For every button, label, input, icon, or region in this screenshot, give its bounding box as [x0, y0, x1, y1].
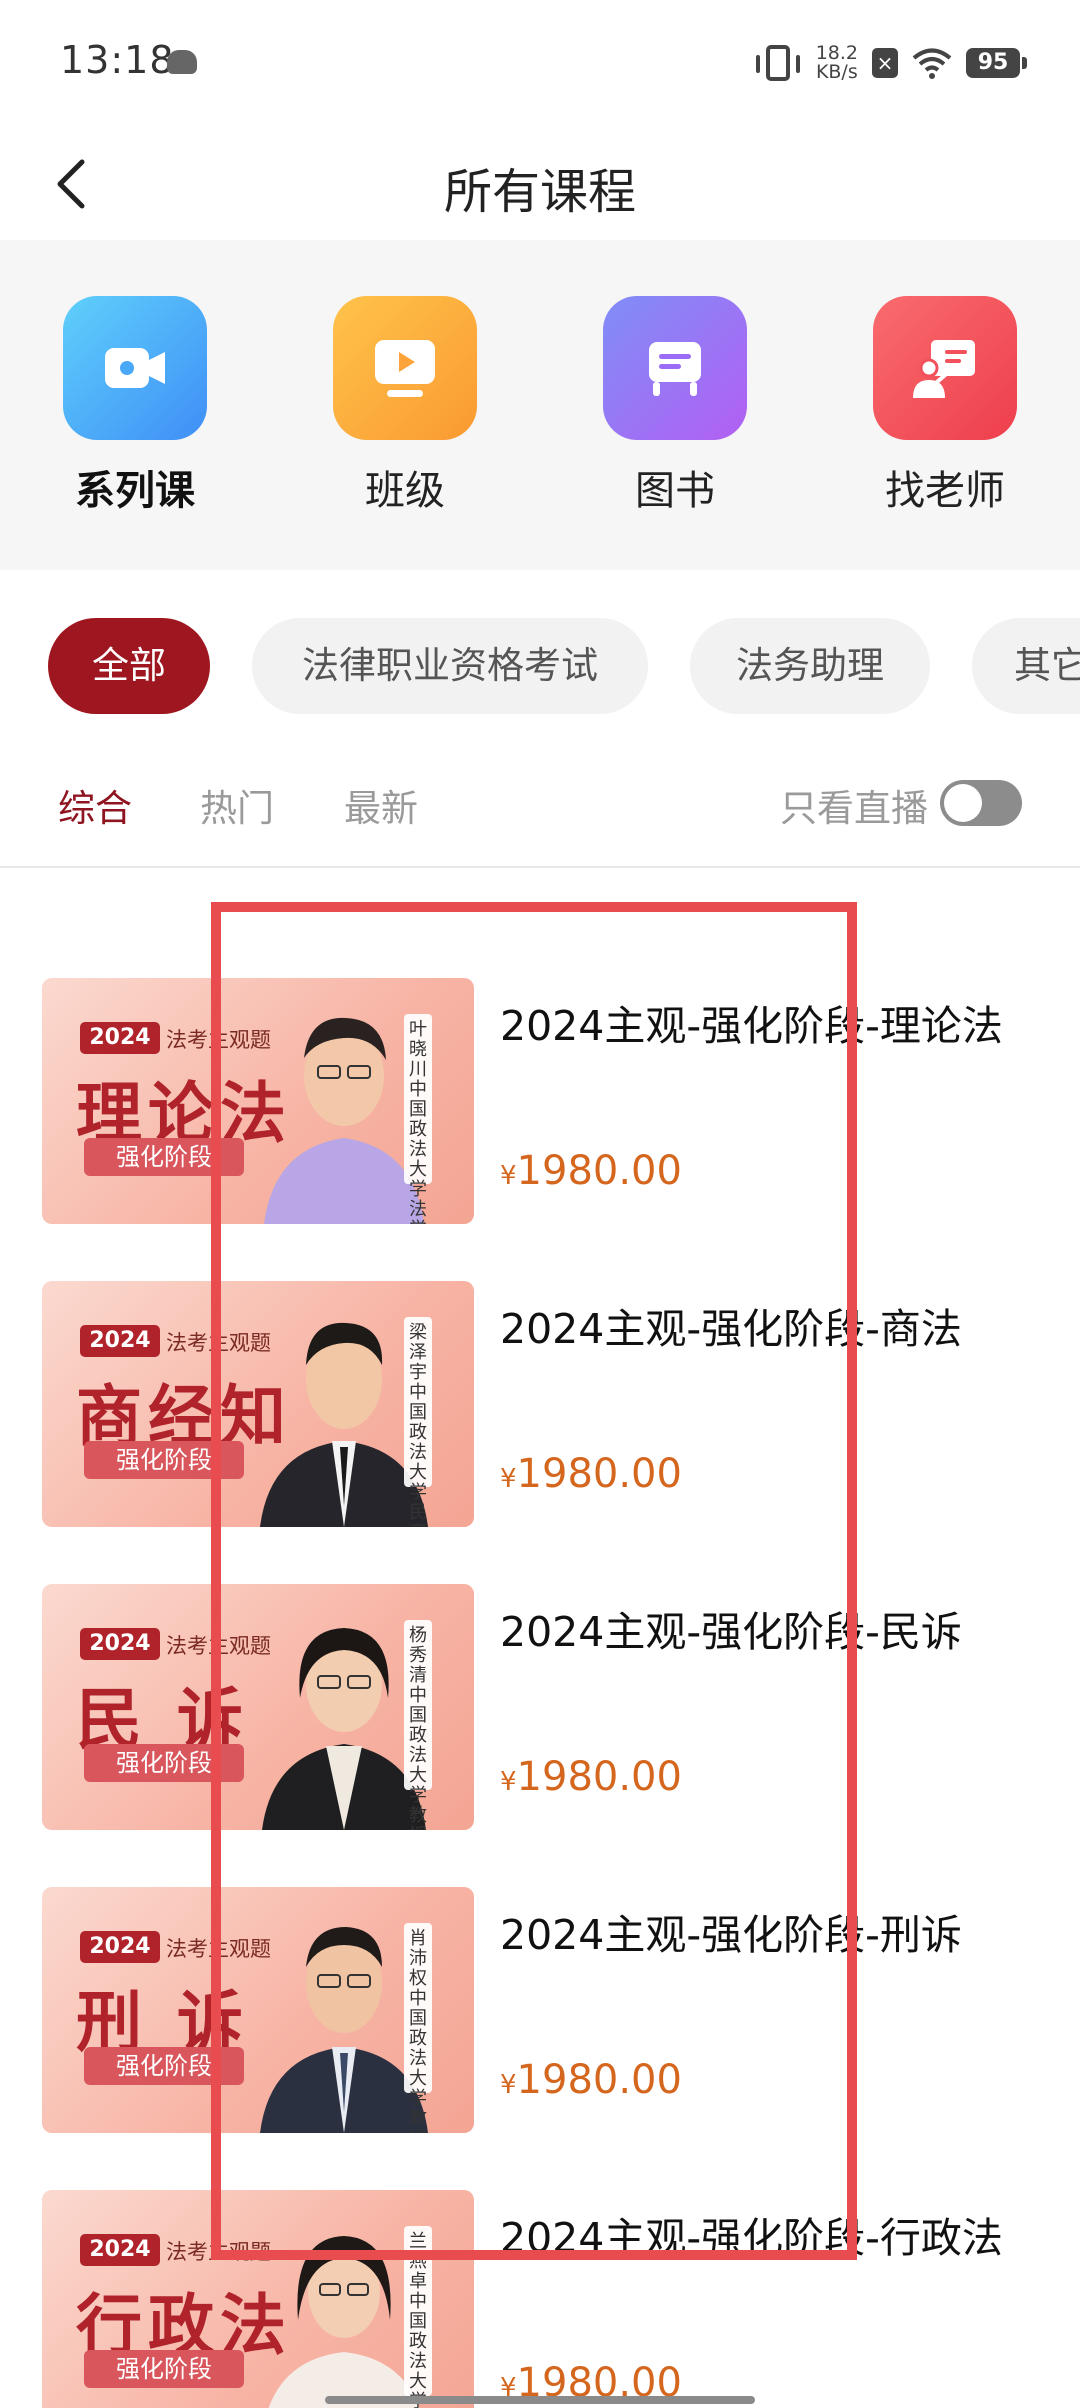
vibrate-icon	[755, 45, 800, 81]
category-label: 图书	[635, 468, 715, 514]
toggle-knob	[944, 784, 982, 822]
live-only-label: 只看直播	[780, 787, 928, 830]
teacher-caption: 兰燕卓 中国政法大学法学博士	[404, 2226, 432, 2408]
thumb-stage: 强化阶段	[84, 1744, 244, 1782]
course-title: 2024主观-强化阶段-行政法	[500, 2214, 1003, 2262]
course-thumbnail: 2024 法考主观题 商经知 强化阶段 梁泽宇 中国政法大学民商经济法学院讲师	[42, 1281, 474, 1527]
course-thumbnail: 2024 法考主观题 行政法 强化阶段 兰燕卓 中国政法大学法学博士	[42, 2190, 474, 2408]
filter-chip-all[interactable]: 全部	[48, 618, 210, 714]
thumb-year: 2024	[80, 1325, 160, 1357]
course-price: ¥1980.00	[500, 1754, 682, 1800]
course-price: ¥1980.00	[500, 2057, 682, 2103]
book-icon	[603, 296, 747, 440]
price-value: 1980.00	[516, 2057, 682, 2103]
category-books[interactable]: 图书	[585, 296, 765, 516]
gesture-bar[interactable]	[325, 2396, 755, 2404]
currency-symbol: ¥	[500, 2070, 517, 2100]
thumb-stage: 强化阶段	[84, 1138, 244, 1176]
video-camera-icon	[63, 296, 207, 440]
filter-chip-other[interactable]: 其它	[972, 618, 1080, 714]
course-title: 2024主观-强化阶段-民诉	[500, 1608, 962, 1656]
thumb-year: 2024	[80, 2234, 160, 2266]
thumb-year: 2024	[80, 1931, 160, 1963]
battery-indicator: 95	[966, 48, 1027, 78]
teacher-caption: 杨秀清 中国政法大学教授	[404, 1620, 432, 1830]
thumb-year: 2024	[80, 1628, 160, 1660]
monitor-play-icon	[333, 296, 477, 440]
currency-symbol: ¥	[500, 1464, 517, 1494]
category-label: 班级	[365, 468, 445, 514]
teacher-caption: 叶晓川 中国政法大学法学博士	[404, 1014, 432, 1224]
category-grid: 系列课 班级 图书 找老师	[0, 240, 1080, 570]
course-thumbnail: 2024 法考主观题 刑 诉 强化阶段 肖沛权 中国政法大学教授	[42, 1887, 474, 2133]
status-bar: 13:18 18.2 KB/s × 95	[0, 0, 1080, 128]
category-label: 系列课	[75, 468, 195, 514]
course-title: 2024主观-强化阶段-刑诉	[500, 1911, 962, 1959]
course-item[interactable]: 2024 法考主观题 理论法 强化阶段 叶晓川 中国政法大学法学博士 2024主…	[0, 978, 1080, 1228]
course-thumbnail: 2024 法考主观题 民 诉 强化阶段 杨秀清 中国政法大学教授	[42, 1584, 474, 1830]
currency-symbol: ¥	[500, 1161, 517, 1191]
teacher-caption: 肖沛权 中国政法大学教授	[404, 1923, 432, 2133]
course-item[interactable]: 2024 法考主观题 民 诉 强化阶段 杨秀清 中国政法大学教授 2024主观-…	[0, 1584, 1080, 1834]
sort-tab-popular[interactable]: 热门	[200, 778, 274, 832]
sort-row: 综合 热门 最新 只看直播	[0, 760, 1080, 850]
network-speed-unit: KB/s	[815, 61, 858, 83]
teacher-caption: 梁泽宇 中国政法大学民商经济法学院讲师	[404, 1317, 432, 1527]
course-item[interactable]: 2024 法考主观题 行政法 强化阶段 兰燕卓 中国政法大学法学博士 2024主…	[0, 2190, 1080, 2408]
course-thumbnail: 2024 法考主观题 理论法 强化阶段 叶晓川 中国政法大学法学博士	[42, 978, 474, 1224]
app-notification-icon	[167, 50, 197, 74]
divider	[0, 866, 1080, 868]
filter-chips: 全部 法律职业资格考试 法务助理 其它	[0, 618, 1080, 714]
page-title: 所有课程	[443, 164, 636, 220]
course-price: ¥1980.00	[500, 1451, 682, 1497]
thumb-stage: 强化阶段	[84, 2047, 244, 2085]
price-value: 1980.00	[516, 1754, 682, 1800]
thumb-stage: 强化阶段	[84, 1441, 244, 1479]
course-item[interactable]: 2024 法考主观题 刑 诉 强化阶段 肖沛权 中国政法大学教授 2024主观-…	[0, 1887, 1080, 2137]
price-value: 1980.00	[516, 1451, 682, 1497]
course-price: ¥1980.00	[500, 1148, 682, 1194]
status-time: 13:18	[60, 38, 175, 82]
sort-tab-newest[interactable]: 最新	[344, 778, 418, 832]
category-class[interactable]: 班级	[315, 296, 495, 516]
category-series-course[interactable]: 系列课	[45, 296, 225, 516]
price-value: 1980.00	[516, 1148, 682, 1194]
status-indicators: 18.2 KB/s × 95	[755, 40, 1027, 86]
nav-bar: 所有课程	[0, 128, 1080, 238]
course-title: 2024主观-强化阶段-理论法	[500, 1002, 1003, 1050]
filter-chip-legal-assistant[interactable]: 法务助理	[690, 618, 930, 714]
live-only-toggle[interactable]	[940, 780, 1022, 826]
sort-tab-comprehensive[interactable]: 综合	[58, 778, 132, 832]
teacher-icon	[873, 296, 1017, 440]
currency-symbol: ¥	[500, 1767, 517, 1797]
wifi-icon	[912, 47, 952, 79]
thumb-year: 2024	[80, 1022, 160, 1054]
category-label: 找老师	[885, 468, 1005, 514]
no-sim-icon: ×	[872, 48, 898, 78]
course-item[interactable]: 2024 法考主观题 商经知 强化阶段 梁泽宇 中国政法大学民商经济法学院讲师 …	[0, 1281, 1080, 1531]
course-title: 2024主观-强化阶段-商法	[500, 1305, 962, 1353]
category-find-teacher[interactable]: 找老师	[855, 296, 1035, 516]
network-speed: 18.2 KB/s	[816, 44, 858, 82]
thumb-stage: 强化阶段	[84, 2350, 244, 2388]
filter-chip-law-exam[interactable]: 法律职业资格考试	[252, 618, 648, 714]
